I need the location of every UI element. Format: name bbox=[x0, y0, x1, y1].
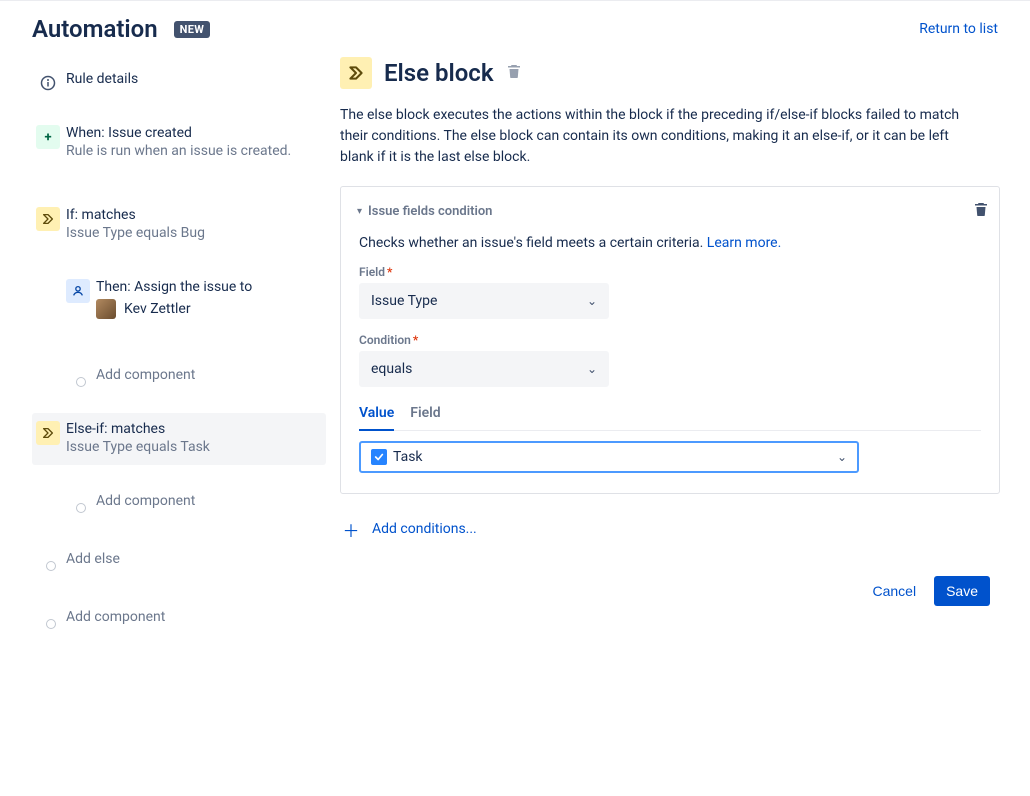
avatar bbox=[96, 299, 116, 319]
chevron-down-icon: ⌄ bbox=[837, 450, 847, 464]
main-content: Else block The else block executes the a… bbox=[340, 43, 1030, 661]
field-label: Field* bbox=[359, 265, 981, 279]
when-title: When: Issue created bbox=[66, 125, 318, 141]
user-icon bbox=[66, 279, 90, 303]
circle-icon bbox=[66, 367, 90, 391]
task-type-icon bbox=[371, 449, 387, 465]
tab-value[interactable]: Value bbox=[359, 401, 394, 431]
rule-sidebar: Rule details + When: Issue created Rule … bbox=[0, 43, 340, 661]
circle-icon bbox=[36, 609, 60, 633]
add-component-2[interactable]: Add component bbox=[62, 485, 326, 519]
branch-icon bbox=[36, 421, 60, 445]
add-else-item[interactable]: Add else bbox=[32, 543, 326, 577]
save-button[interactable]: Save bbox=[934, 576, 990, 606]
panel-title: Else block bbox=[384, 59, 494, 87]
circle-icon bbox=[36, 551, 60, 575]
branch-icon bbox=[340, 57, 372, 89]
then-title: Then: Assign the issue to bbox=[96, 279, 318, 295]
add-component-3[interactable]: Add component bbox=[32, 601, 326, 635]
if-subtitle: Issue Type equals Bug bbox=[66, 225, 318, 241]
then-assign-item[interactable]: Then: Assign the issue to Kev Zettler bbox=[62, 271, 326, 329]
plus-icon: ＋ bbox=[340, 518, 362, 540]
condition-description: Checks whether an issue's field meets a … bbox=[359, 235, 981, 251]
field-select[interactable]: Issue Type ⌄ bbox=[359, 283, 609, 319]
when-subtitle: Rule is run when an issue is created. bbox=[66, 143, 318, 159]
value-chip-label: Task bbox=[393, 449, 423, 465]
if-title: If: matches bbox=[66, 207, 318, 223]
add-conditions-button[interactable]: ＋ Add conditions... bbox=[340, 518, 1030, 540]
value-select[interactable]: Task ⌄ bbox=[359, 441, 859, 473]
rule-details-item[interactable]: Rule details bbox=[32, 63, 326, 97]
chevron-down-icon[interactable]: ▾ bbox=[357, 206, 362, 217]
elseif-title: Else-if: matches bbox=[66, 421, 318, 437]
add-component-1[interactable]: Add component bbox=[62, 359, 326, 393]
new-badge: NEW bbox=[174, 21, 210, 38]
learn-more-link[interactable]: Learn more. bbox=[707, 235, 782, 251]
info-icon bbox=[36, 71, 60, 95]
elseif-subtitle: Issue Type equals Task bbox=[66, 439, 318, 455]
elseif-block-item[interactable]: Else-if: matches Issue Type equals Task bbox=[32, 413, 326, 465]
condition-panel: ▾ Issue fields condition Checks whether … bbox=[340, 186, 1000, 494]
delete-block-button[interactable] bbox=[506, 63, 522, 83]
page-title: Automation bbox=[32, 15, 158, 43]
delete-condition-button[interactable] bbox=[973, 201, 989, 221]
plus-icon: + bbox=[36, 125, 60, 149]
branch-icon bbox=[36, 207, 60, 231]
value-field-tabs: Value Field bbox=[359, 401, 981, 431]
return-to-list-link[interactable]: Return to list bbox=[919, 21, 998, 37]
condition-label: Condition* bbox=[359, 333, 981, 347]
condition-title: Issue fields condition bbox=[368, 204, 492, 219]
rule-details-label: Rule details bbox=[66, 71, 318, 87]
condition-select[interactable]: equals ⌄ bbox=[359, 351, 609, 387]
chevron-down-icon: ⌄ bbox=[587, 362, 597, 376]
tab-field[interactable]: Field bbox=[410, 401, 440, 431]
when-trigger-item[interactable]: + When: Issue created Rule is run when a… bbox=[32, 117, 326, 169]
block-description: The else block executes the actions with… bbox=[340, 105, 980, 168]
cancel-button[interactable]: Cancel bbox=[872, 583, 916, 599]
circle-icon bbox=[66, 493, 90, 517]
chevron-down-icon: ⌄ bbox=[587, 294, 597, 308]
if-block-item[interactable]: If: matches Issue Type equals Bug bbox=[32, 199, 326, 251]
assignee-name: Kev Zettler bbox=[124, 301, 191, 317]
